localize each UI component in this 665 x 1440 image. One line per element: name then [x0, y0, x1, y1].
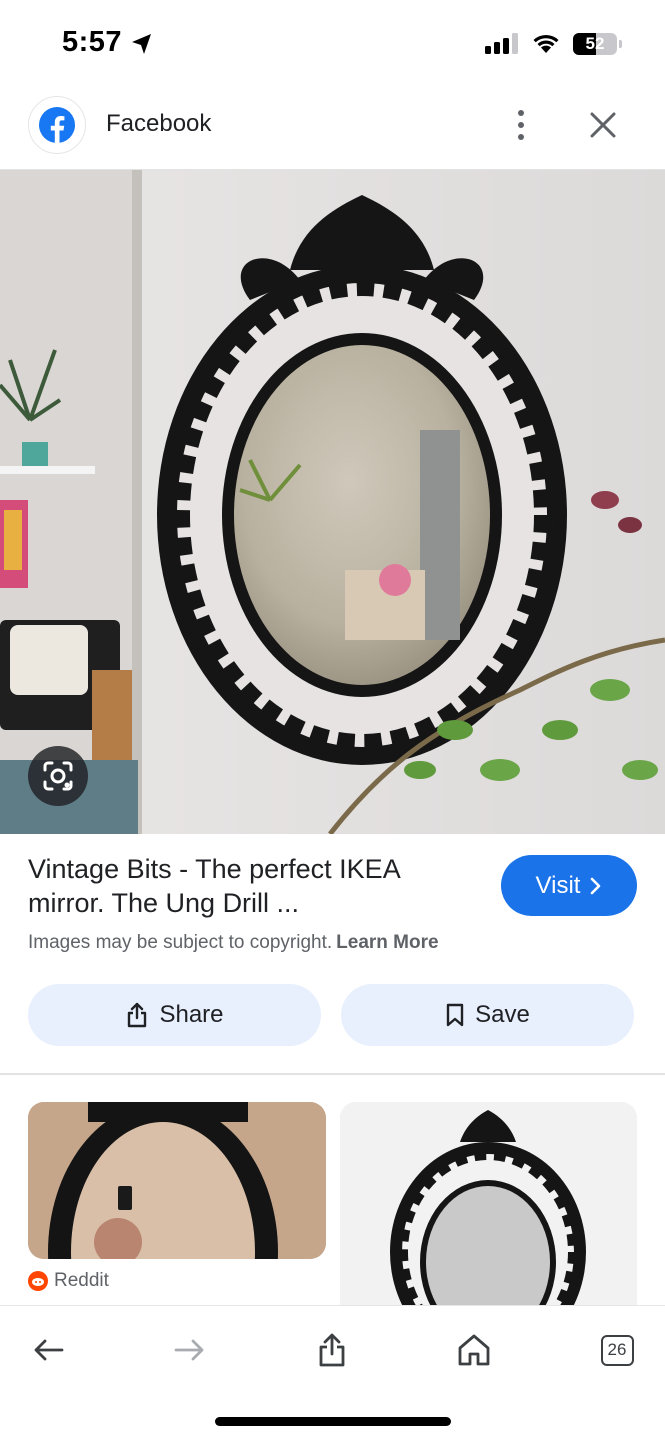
battery-tip: [619, 40, 622, 48]
google-lens-icon[interactable]: [28, 746, 88, 806]
more-options-icon[interactable]: [500, 104, 542, 146]
battery-percent: 52: [585, 34, 605, 53]
share-icon[interactable]: [304, 1322, 360, 1378]
location-arrow-icon: [132, 34, 151, 54]
related-mirror-photo-2: [340, 1102, 637, 1312]
ornate-mirror-photo: [0, 170, 665, 834]
related-source-name: Reddit: [54, 1270, 109, 1291]
copyright-notice: Images may be subject to copyright. Learn…: [28, 932, 439, 954]
result-title-line-2: mirror. The Ung Drill ...: [28, 888, 300, 918]
tab-count: 26: [600, 1334, 634, 1366]
share-icon: [128, 1002, 147, 1028]
related-mirror-photo-1: [28, 1102, 326, 1259]
copyright-text: Images may be subject to copyright.: [28, 932, 333, 953]
save-button[interactable]: Save: [341, 984, 634, 1046]
tab-switcher-button[interactable]: 26: [589, 1322, 645, 1378]
battery-icon: 52: [573, 33, 617, 55]
status-time: 5:57: [62, 26, 123, 58]
source-title[interactable]: Facebook: [106, 110, 211, 138]
related-image-1[interactable]: [28, 1102, 326, 1259]
result-title[interactable]: Vintage Bits - The perfect IKEA mirror. …: [28, 852, 478, 920]
visit-button[interactable]: Visit: [501, 855, 637, 916]
forward-arrow-icon[interactable]: [162, 1322, 218, 1378]
result-title-line-1: Vintage Bits - The perfect IKEA: [28, 854, 401, 884]
home-icon[interactable]: [446, 1322, 502, 1378]
learn-more-link[interactable]: Learn More: [336, 932, 438, 953]
result-image[interactable]: [0, 170, 665, 834]
close-icon[interactable]: [582, 104, 624, 146]
related-image-2[interactable]: [340, 1102, 637, 1312]
bookmark-icon: [446, 1003, 464, 1027]
chevron-right-icon: [591, 877, 601, 894]
wifi-icon: [533, 34, 559, 53]
visit-label: Visit: [535, 871, 581, 899]
reddit-icon: [28, 1271, 48, 1291]
share-button[interactable]: Share: [28, 984, 321, 1046]
status-bar: 5:57 52: [0, 0, 665, 88]
section-divider: [0, 1073, 665, 1075]
source-header: Facebook: [0, 88, 665, 170]
home-indicator[interactable]: [215, 1417, 451, 1426]
cellular-signal-icon: [485, 33, 518, 54]
related-source-1[interactable]: Reddit: [28, 1270, 109, 1292]
share-label: Share: [159, 1001, 224, 1028]
back-arrow-icon[interactable]: [20, 1322, 76, 1378]
save-label: Save: [475, 1001, 530, 1028]
facebook-logo-icon[interactable]: [28, 96, 86, 154]
